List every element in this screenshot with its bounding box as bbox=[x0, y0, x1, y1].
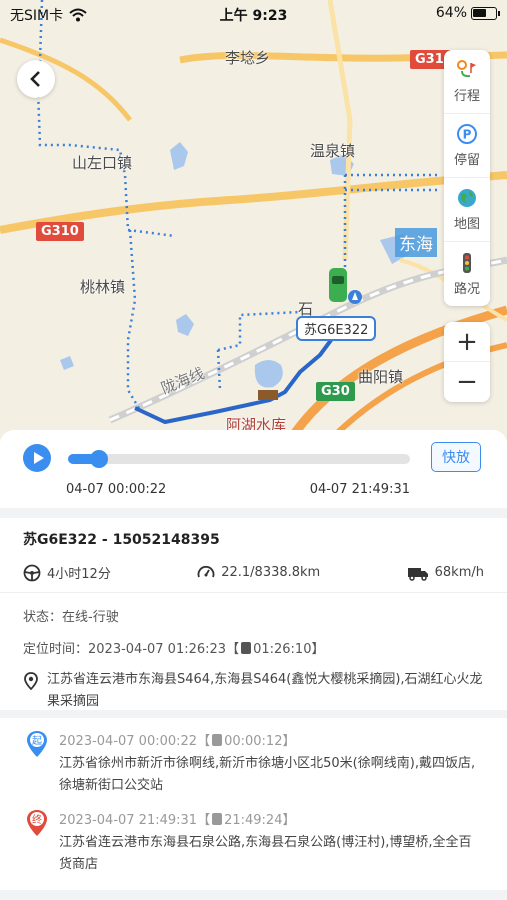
locate-time-row: 定位时间：2023-04-07 01:26:23【 01:26:10】 bbox=[23, 638, 484, 657]
zoom-in-button[interactable]: + bbox=[444, 322, 490, 362]
chevron-left-icon bbox=[30, 71, 40, 87]
tool-traffic[interactable]: 路况 bbox=[444, 242, 490, 306]
gps-icon bbox=[212, 813, 223, 825]
tool-parking-label: 停留 bbox=[453, 153, 480, 168]
speedometer-icon bbox=[197, 564, 215, 582]
map-label-donghai: 东海 bbox=[395, 228, 437, 257]
start-time-text: 2023-04-07 00:00:22【 bbox=[59, 734, 211, 749]
duration-stat: 4小时12分 bbox=[23, 563, 111, 582]
route-icon bbox=[456, 59, 478, 81]
tool-map[interactable]: 地图 bbox=[444, 178, 490, 242]
map-label-wenquan: 温泉镇 bbox=[310, 142, 356, 160]
tool-trip[interactable]: 行程 bbox=[444, 50, 490, 114]
vehicle-info-panel: 苏G6E322 - 15052148395 4小时12分 22.1/8338.8… bbox=[0, 518, 507, 710]
vehicle-address: 江苏省连云港市东海县S464,东海县S464(鑫悦大樱桃采摘园),石湖红心火龙果… bbox=[23, 669, 484, 713]
tool-parking[interactable]: P 停留 bbox=[444, 114, 490, 178]
divider bbox=[0, 592, 507, 593]
trip-points-panel: 起 2023-04-07 00:00:22【 00:00:12】 江苏省徐州市新沂… bbox=[0, 718, 507, 890]
end-time-extra: 21:49:24】 bbox=[224, 813, 296, 828]
road-badge-g30: G30 bbox=[316, 382, 355, 401]
steering-wheel-icon bbox=[23, 564, 41, 582]
back-button[interactable] bbox=[17, 60, 55, 98]
road-badge-g310-left: G310 bbox=[36, 222, 84, 241]
start-marker-icon: 起 bbox=[27, 731, 47, 757]
car-plate-label[interactable]: 苏G6E322 bbox=[296, 316, 377, 341]
playback-slider[interactable] bbox=[68, 450, 410, 468]
locate-time-text: 定位时间：2023-04-07 01:26:23【 bbox=[23, 642, 240, 657]
svg-text:P: P bbox=[463, 128, 472, 142]
map-label-lizhang: 李埝乡 bbox=[225, 49, 271, 67]
fast-forward-button[interactable]: 快放 bbox=[431, 442, 481, 472]
tool-trip-label: 行程 bbox=[453, 89, 480, 104]
trip-end-point: 终 2023-04-07 21:49:31【 21:49:24】 江苏省连云港市东… bbox=[23, 809, 484, 876]
gps-icon bbox=[212, 734, 223, 746]
end-marker-icon: 终 bbox=[27, 810, 47, 836]
map-label-qufang: 曲阳镇 bbox=[358, 368, 404, 386]
start-time-extra: 00:00:12】 bbox=[224, 734, 296, 749]
tool-traffic-label: 路况 bbox=[453, 281, 480, 297]
speed-stat: 68km/h bbox=[407, 564, 484, 582]
vehicle-address-text: 江苏省连云港市东海县S464,东海县S464(鑫悦大樱桃采摘园),石湖红心火龙果… bbox=[47, 672, 483, 709]
map-view[interactable]: 李埝乡 山左口镇 温泉镇 桃林镇 东海 曲阳镇 陇海线 石 阿湖水库 G310 … bbox=[0, 0, 507, 440]
zoom-out-button[interactable]: − bbox=[444, 362, 490, 402]
map-toolbar: 行程 P 停留 地图 路况 bbox=[444, 50, 490, 306]
playback-slider-thumb[interactable] bbox=[89, 450, 108, 468]
locate-time-extra: 01:26:10】 bbox=[253, 642, 325, 657]
vehicle-title: 苏G6E322 - 15052148395 bbox=[23, 532, 220, 548]
truck-icon bbox=[407, 564, 429, 582]
end-time-text: 2023-04-07 21:49:31【 bbox=[59, 813, 211, 828]
vehicle-stats: 4小时12分 22.1/8338.8km 68km/h bbox=[23, 563, 484, 582]
playback-start-time: 04-07 00:00:22 bbox=[66, 482, 167, 497]
trip-start-point: 起 2023-04-07 00:00:22【 00:00:12】 江苏省徐州市新沂… bbox=[23, 730, 484, 797]
map-label-taolin: 桃林镇 bbox=[80, 278, 126, 296]
battery-fill bbox=[473, 8, 486, 17]
traffic-light-icon bbox=[456, 252, 478, 274]
mileage-value: 22.1/8338.8km bbox=[221, 565, 321, 580]
start-time: 2023-04-07 00:00:22【 00:00:12】 bbox=[59, 730, 484, 749]
end-time: 2023-04-07 21:49:31【 21:49:24】 bbox=[59, 809, 484, 828]
start-address: 江苏省徐州市新沂市徐啊线,新沂市徐塘小区北50米(徐啊线南),戴四饭店,徐塘新街… bbox=[59, 756, 476, 793]
gps-icon bbox=[241, 642, 252, 654]
tool-map-label: 地图 bbox=[453, 217, 480, 232]
mileage-stat: 22.1/8338.8km bbox=[197, 564, 320, 582]
speed-value: 68km/h bbox=[434, 565, 484, 580]
status-bar: 无SIM卡 上午 9:23 64% bbox=[0, 0, 507, 28]
map-label-shanzuokou: 山左口镇 bbox=[72, 154, 133, 172]
battery-icon bbox=[471, 6, 500, 20]
playback-panel: 04-07 00:00:22 04-07 21:49:31 快放 bbox=[0, 430, 507, 508]
play-button[interactable] bbox=[23, 444, 51, 472]
playback-end-time: 04-07 21:49:31 bbox=[309, 482, 410, 497]
end-address: 江苏省连云港市东海县石泉公路,东海县石泉公路(博汪村),博望桥,全全百货商店 bbox=[59, 835, 472, 872]
svg-text:终: 终 bbox=[32, 813, 42, 826]
battery-percent: 64% bbox=[435, 5, 467, 21]
status-row: 状态：在线-行驶 bbox=[23, 610, 119, 625]
zoom-control: + − bbox=[444, 322, 490, 402]
svg-text:起: 起 bbox=[32, 735, 42, 747]
duration-value: 4小时12分 bbox=[47, 567, 111, 582]
location-pin-icon bbox=[23, 672, 39, 713]
globe-icon bbox=[456, 187, 478, 209]
parking-icon: P bbox=[456, 123, 478, 145]
clock-text: 上午 9:23 bbox=[219, 8, 288, 24]
